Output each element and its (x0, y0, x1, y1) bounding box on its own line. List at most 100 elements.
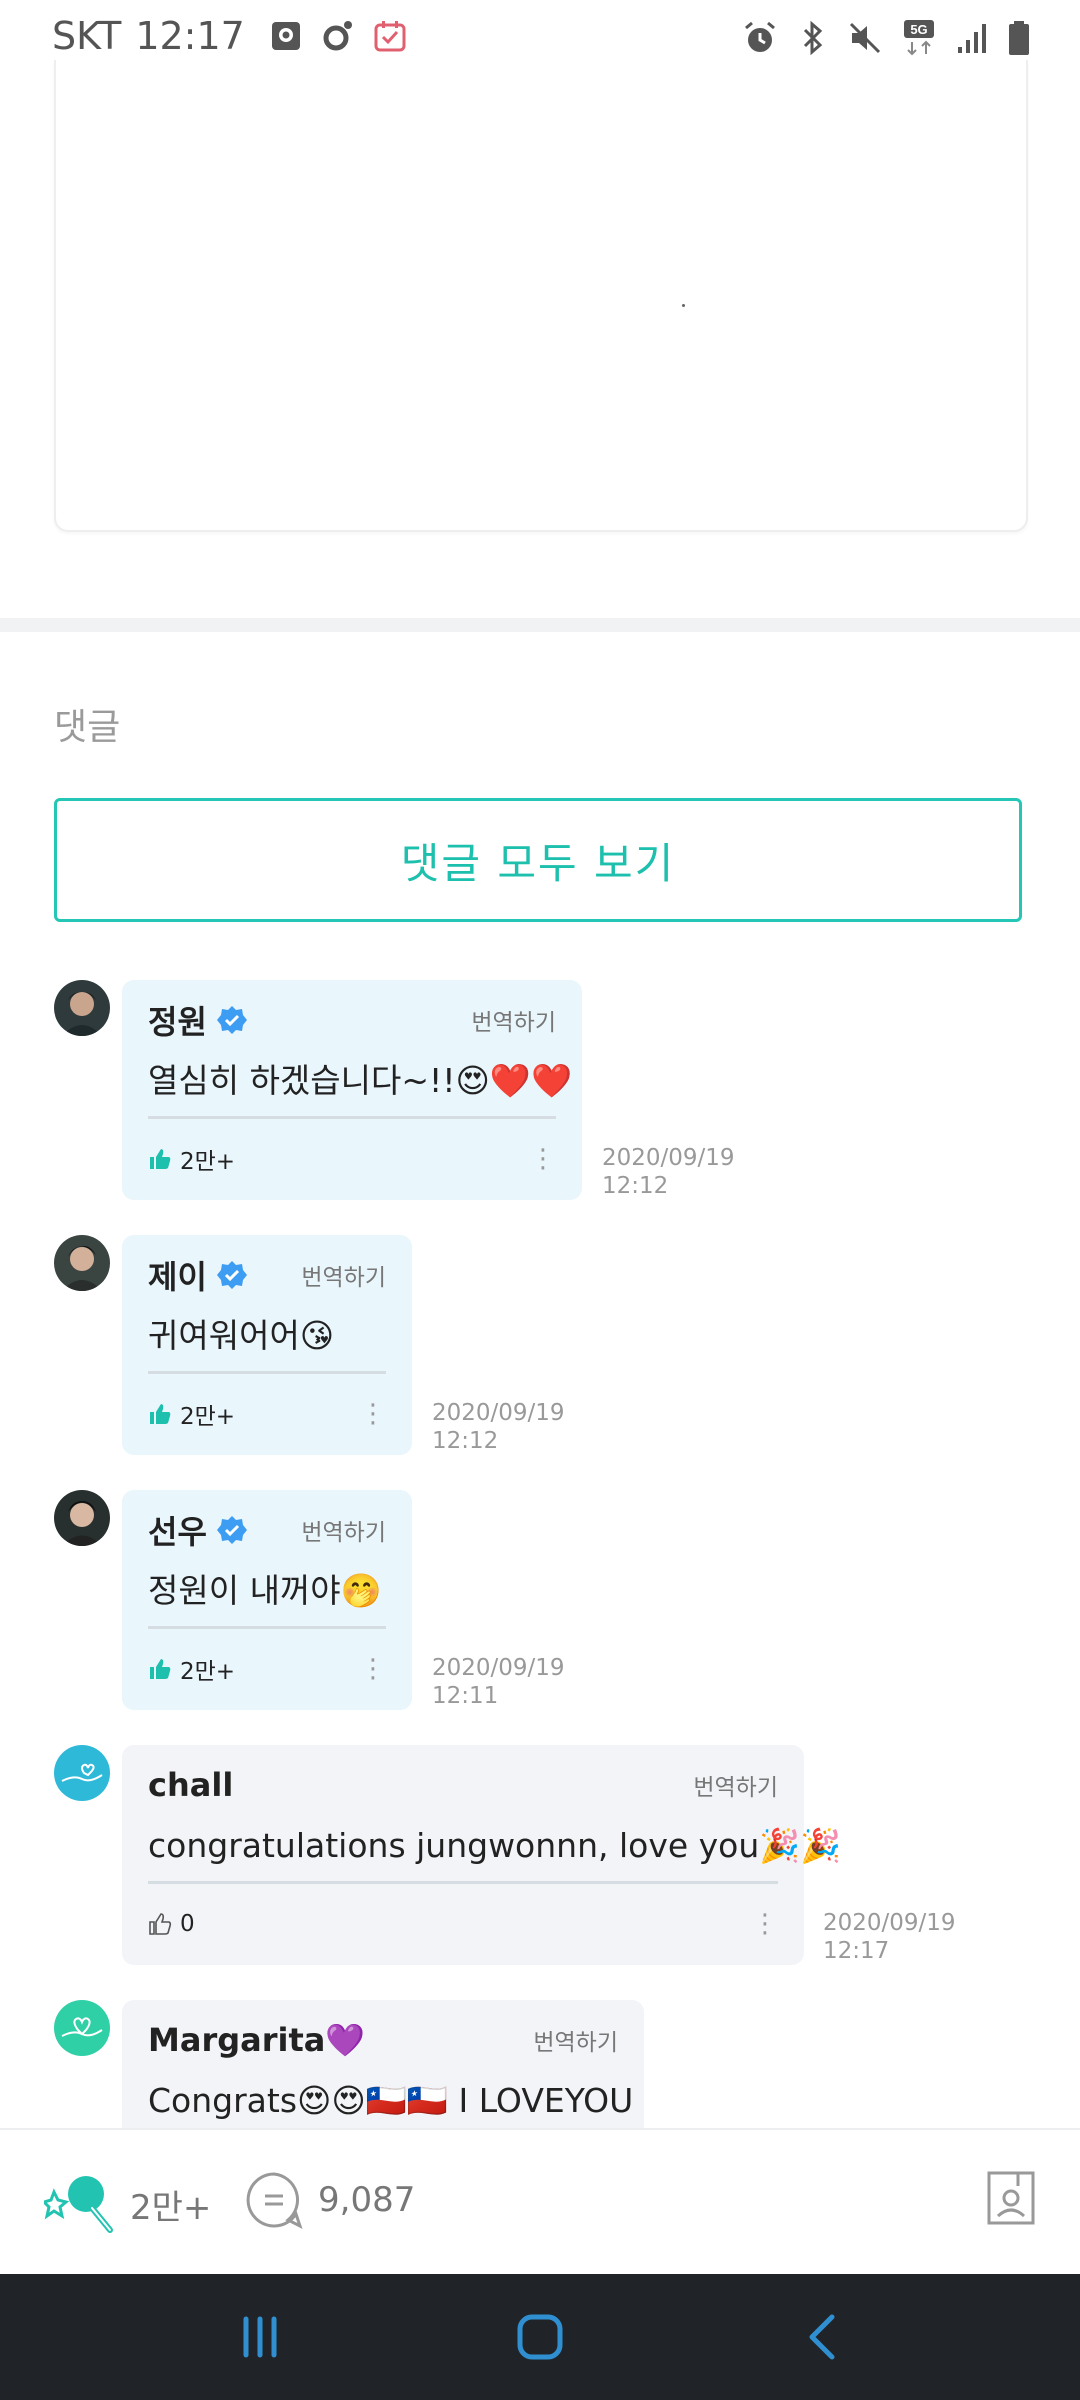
translate-button[interactable]: 번역하기 (301, 1513, 386, 1547)
view-all-comments-button[interactable]: 댓글 모두 보기 (54, 798, 1022, 922)
screenshot-icon (271, 22, 300, 50)
bluetooth-icon (803, 20, 823, 56)
comment-text: 열심히 하겠습니다~!!😍❤️❤️ (148, 1061, 573, 1100)
translate-button[interactable]: 번역하기 (533, 2023, 618, 2057)
author-name: Margarita💜 (148, 2021, 366, 2059)
comment-header: 제이 번역하기 (148, 1253, 386, 1297)
comment-bubble: 제이 번역하기 귀여워어어😘 2만+ ⋮ (122, 1235, 412, 1455)
post-action-bar: 2만+ 9,087 (0, 2128, 1080, 2276)
comment-author[interactable]: 선우 (148, 1507, 247, 1553)
translate-button[interactable]: 번역하기 (693, 1768, 778, 1802)
bookmark-button[interactable] (986, 2170, 1036, 2226)
recent-apps-icon (243, 2316, 277, 2358)
thumbs-up-filled-icon (150, 1149, 171, 1169)
back-button[interactable] (782, 2304, 862, 2370)
more-options-icon[interactable]: ⋮ (360, 1656, 386, 1682)
avatar[interactable] (54, 980, 110, 1036)
comment-footer: 2만+ ⋮ (148, 1119, 556, 1199)
comment-item: chall 번역하기 congratulations jungwonnn, lo… (54, 1745, 1024, 1965)
recent-apps-button[interactable] (220, 2304, 300, 2370)
clock: 12:17 (135, 14, 245, 58)
author-name: 선우 (148, 1513, 207, 1551)
comment-header: 정원 번역하기 (148, 998, 556, 1042)
verified-badge-icon (216, 1006, 247, 1034)
comment-header: 선우 번역하기 (148, 1508, 386, 1552)
comment-bubble: 정원 번역하기 열심히 하겠습니다~!!😍❤️❤️ 2만+ ⋮ (122, 980, 582, 1200)
comment-time: 12:12 (432, 1428, 499, 1454)
comment-footer: 0 ⋮ (148, 1884, 778, 1964)
carrier-label: SKT (52, 14, 122, 58)
alarm-icon (745, 21, 775, 52)
media-placeholder-dot (682, 304, 685, 307)
like-button[interactable]: 2만+ (148, 1142, 235, 1176)
comment-count-button[interactable]: 9,087 (244, 2170, 415, 2230)
like-button[interactable]: 0 (148, 1911, 195, 1937)
more-options-icon[interactable]: ⋮ (360, 1401, 386, 1427)
comment-item: 선우 번역하기 정원이 내꺼야🤭 2만+ ⋮ 2020/09/19 12:11 (54, 1490, 1024, 1710)
author-name: 정원 (148, 1003, 207, 1041)
translate-button[interactable]: 번역하기 (301, 1258, 386, 1292)
signal-icon (958, 24, 986, 53)
comment-date: 2020/09/19 (602, 1145, 735, 1171)
comment-text: Congrats😍😍🇨🇱🇨🇱 I LOVEYOU (148, 2081, 634, 2120)
translate-button[interactable]: 번역하기 (471, 1003, 556, 1037)
comment-date: 2020/09/19 (432, 1655, 565, 1681)
verified-badge-icon (216, 1516, 247, 1544)
comment-item: 정원 번역하기 열심히 하겠습니다~!!😍❤️❤️ 2만+ ⋮ 2020/09/… (54, 980, 1024, 1200)
comment-text: 귀여워어어😘 (148, 1316, 335, 1355)
back-chevron-icon (809, 2314, 835, 2360)
thumbs-up-filled-icon (150, 1659, 171, 1679)
comment-author[interactable]: 정원 (148, 997, 247, 1043)
status-right: 5G (742, 18, 1030, 58)
svg-text:5G: 5G (910, 22, 927, 37)
comment-timestamp: 2020/09/19 12:12 (432, 1399, 565, 1455)
5g-icon: 5G (904, 20, 934, 56)
comment-timestamp: 2020/09/19 12:12 (602, 1144, 735, 1200)
comment-author[interactable]: chall (148, 1766, 233, 1804)
comment-item: 제이 번역하기 귀여워어어😘 2만+ ⋮ 2020/09/19 12:12 (54, 1235, 1024, 1455)
comment-text: congratulations jungwonnn, love you🎉🎉 (148, 1826, 842, 1865)
section-divider (0, 618, 1080, 632)
comment-author[interactable]: 제이 (148, 1252, 247, 1298)
like-count: 2만+ (180, 1149, 236, 1175)
comment-time: 12:11 (432, 1683, 499, 1709)
comment-time: 12:12 (602, 1173, 669, 1199)
battery-icon (1009, 21, 1029, 55)
comment-timestamp: 2020/09/19 12:17 (823, 1909, 956, 1965)
comment-time: 12:17 (823, 1938, 890, 1964)
author-name: chall (148, 1766, 234, 1804)
comment-bubble: Margarita💜 번역하기 Congrats😍😍🇨🇱🇨🇱 I LOVEYOU (122, 2000, 644, 2128)
avatar[interactable] (54, 1490, 110, 1546)
system-navigation-bar (0, 2274, 1080, 2400)
like-count: 2만+ (180, 1404, 236, 1430)
comment-date: 2020/09/19 (432, 1400, 565, 1426)
comment-bubble-icon (246, 2172, 303, 2229)
comment-footer: 2만+ ⋮ (148, 1629, 386, 1709)
like-button[interactable]: 2만+ (148, 1397, 235, 1431)
comment-count: 9,087 (318, 2180, 416, 2220)
avatar[interactable] (54, 1745, 110, 1801)
comment-text: 정원이 내꺼야🤭 (148, 1571, 382, 1610)
like-button[interactable]: 2만+ (148, 1652, 235, 1686)
calendar-check-icon (374, 21, 406, 52)
bookmark-icon (987, 2171, 1035, 2225)
home-button[interactable] (500, 2304, 580, 2370)
home-icon (517, 2314, 563, 2360)
comment-bubble: 선우 번역하기 정원이 내꺼야🤭 2만+ ⋮ (122, 1490, 412, 1710)
cheer-count: 2만+ (130, 2187, 212, 2228)
dot-app-icon (323, 21, 352, 51)
comment-timestamp: 2020/09/19 12:11 (432, 1654, 565, 1710)
comment-author[interactable]: Margarita💜 (148, 2021, 365, 2059)
comment-header: chall 번역하기 (148, 1763, 778, 1807)
more-options-icon[interactable]: ⋮ (530, 1146, 556, 1172)
cheer-button[interactable]: 2만+ (44, 2170, 211, 2238)
comment-date: 2020/09/19 (823, 1910, 956, 1936)
post-media-card[interactable] (54, 60, 1028, 532)
avatar[interactable] (54, 2000, 110, 2056)
status-left: SKT 12:17 (52, 14, 407, 58)
more-options-icon[interactable]: ⋮ (752, 1911, 778, 1937)
like-count: 0 (180, 1911, 195, 1937)
comments-section-title: 댓글 (54, 707, 121, 748)
avatar[interactable] (54, 1235, 110, 1291)
like-count: 2만+ (180, 1659, 236, 1685)
